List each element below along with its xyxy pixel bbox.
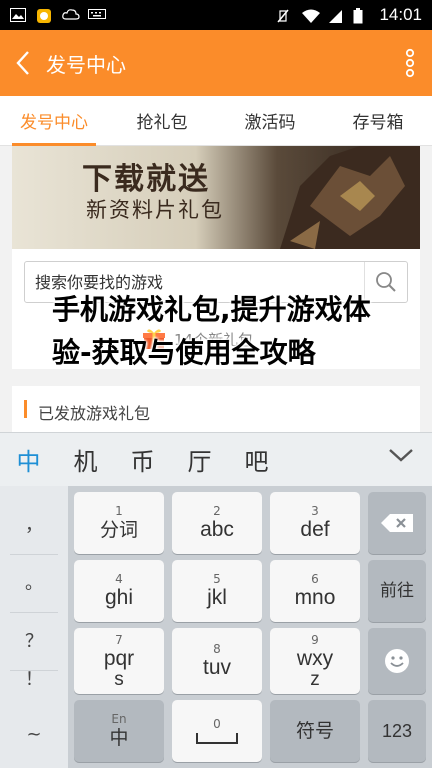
candidate-3[interactable]: 厅 — [171, 442, 228, 477]
backspace-key[interactable] — [368, 492, 426, 554]
vibrate-icon — [275, 8, 291, 23]
chevron-left-icon — [16, 51, 29, 75]
back-button[interactable] — [0, 30, 46, 96]
section-title: 已发放游戏礼包 — [38, 404, 151, 423]
key-6-mno[interactable]: 6 mno — [270, 560, 360, 622]
more-vertical-icon — [405, 48, 415, 78]
punct-divider — [10, 612, 58, 613]
image-icon — [10, 8, 26, 22]
banner-subtitle: 新资料片礼包 — [86, 198, 224, 222]
punct-divider — [10, 554, 58, 555]
tab-issue-center[interactable]: 发号中心 — [0, 96, 108, 146]
app-bar: 发号中心 — [0, 30, 432, 96]
sim-signal-icon: 2 — [327, 8, 343, 23]
candidate-2[interactable]: 币 — [114, 442, 171, 477]
punct-period[interactable]: 。 — [8, 556, 60, 608]
go-key[interactable]: 前往 — [368, 560, 426, 622]
tab-bar: 发号中心 抢礼包 激活码 存号箱 — [0, 96, 432, 146]
more-menu-button[interactable] — [402, 48, 418, 78]
space-icon — [196, 733, 238, 744]
battery-icon — [353, 8, 369, 24]
backspace-icon — [381, 514, 413, 532]
key-3-def[interactable]: 3 def — [270, 492, 360, 554]
emoji-key[interactable] — [368, 628, 426, 694]
candidate-1[interactable]: 机 — [57, 442, 114, 477]
section-header: 已发放游戏礼包 — [12, 386, 420, 432]
key-5-jkl[interactable]: 5 jkl — [172, 560, 262, 622]
punct-tilde[interactable]: ~ — [8, 708, 60, 760]
overlay-headline: 手机游戏礼包,提升游戏体验-获取与使用全攻略 — [52, 293, 371, 369]
banner-title: 下载就送 — [82, 162, 210, 197]
wifi-icon — [301, 8, 321, 23]
warrior-artwork-icon — [280, 146, 420, 249]
candidate-4[interactable]: 吧 — [228, 442, 285, 477]
punct-exclamation[interactable]: ！ — [8, 652, 60, 704]
space-key[interactable]: 0 — [172, 700, 262, 762]
smiley-icon — [385, 649, 409, 673]
numbers-key[interactable]: 123 — [368, 700, 426, 762]
symbols-key[interactable]: 符号 — [270, 700, 360, 762]
key-9-wxyz[interactable]: 9 wxy z — [270, 628, 360, 694]
tab-activation-code[interactable]: 激活码 — [216, 96, 324, 145]
keyboard-icon — [88, 8, 106, 22]
key-4-ghi[interactable]: 4 ghi — [74, 560, 164, 622]
tab-code-box[interactable]: 存号箱 — [324, 96, 432, 145]
svg-text:2: 2 — [328, 11, 334, 22]
tab-grab-gift[interactable]: 抢礼包 — [108, 96, 216, 145]
punct-comma[interactable]: ， — [8, 498, 60, 550]
section-accent-bar — [24, 400, 27, 418]
chevron-down-icon — [389, 449, 413, 462]
promo-banner[interactable]: 下载就送 新资料片礼包 — [12, 146, 420, 249]
candidate-0[interactable]: 中 — [0, 442, 57, 477]
page-title: 发号中心 — [46, 52, 126, 77]
key-7-pqrs[interactable]: 7 pqr s — [74, 628, 164, 694]
key-2-abc[interactable]: 2 abc — [172, 492, 262, 554]
status-time: 14:01 — [379, 5, 422, 24]
punctuation-column: ， 。 ？ ！ ~ — [0, 486, 68, 768]
keyboard: ， 。 ？ ！ ~ 1 分词 2 abc 3 def 4 ghi 5 jkl 6… — [0, 486, 432, 768]
cloud-icon — [62, 8, 80, 22]
app-notification-icon — [36, 8, 52, 23]
candidate-bar: 中 机 币 厅 吧 — [0, 432, 432, 486]
status-bar: 2 14:01 — [0, 0, 432, 30]
collapse-keyboard-button[interactable] — [388, 447, 414, 467]
key-1-segment[interactable]: 1 分词 — [74, 492, 164, 554]
language-switch-key[interactable]: En 中 — [74, 700, 164, 762]
key-8-tuv[interactable]: 8 tuv — [172, 628, 262, 694]
